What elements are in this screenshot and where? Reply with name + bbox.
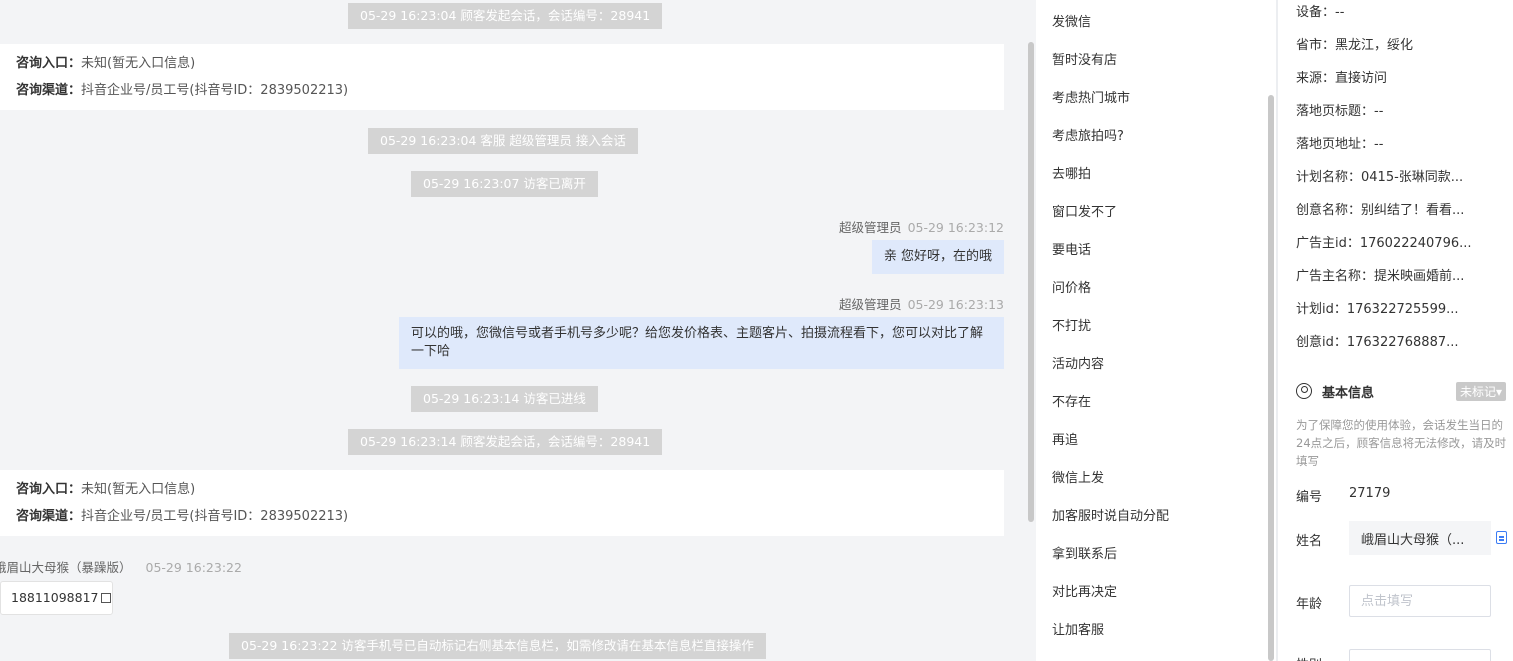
quick-reply-item[interactable]: 问价格: [1036, 270, 1276, 308]
consult-channel-value: 抖音企业号/员工号(抖音号ID：2839502213): [81, 83, 349, 98]
quick-reply-item[interactable]: 微信上发: [1036, 460, 1276, 498]
copy-document-icon[interactable]: [1496, 531, 1507, 544]
consult-entry-label: 咨询入口：: [16, 56, 82, 71]
message-time: 05-29 16:23:22: [145, 560, 242, 575]
age-label: 年龄: [1296, 597, 1323, 612]
gender-select[interactable]: [1349, 649, 1491, 661]
quick-reply-item[interactable]: 去哪拍: [1036, 156, 1276, 194]
landing-title-field: 落地页标题：--: [1296, 104, 1384, 119]
agent-message-bubble[interactable]: 可以的哦，您微信号或者手机号多少呢？给您发价格表、主题客片、拍摄流程看下，您可以…: [399, 317, 1004, 369]
section-title: 基本信息: [1322, 386, 1375, 401]
system-message: 05-29 16:23:22 访客手机号已自动标记右侧基本信息栏，如需修改请在基…: [229, 633, 766, 659]
chat-panel: 05-29 16:23:04 顾客发起会话，会话编号：28941 咨询入口：未知…: [0, 0, 1036, 661]
consult-entry-label: 咨询入口：: [16, 482, 82, 497]
quick-reply-item[interactable]: 让加客服: [1036, 612, 1276, 650]
message-sender: 超级管理员 05-29 16:23:13: [839, 294, 1004, 313]
quick-reply-item[interactable]: 不打扰: [1036, 308, 1276, 346]
quick-reply-item[interactable]: 暂时没有店: [1036, 42, 1276, 80]
customer-info-panel: 设备：-- 省市：黑龙江，绥化 来源：直接访问 落地页标题：-- 落地页地址：-…: [1278, 0, 1513, 661]
quick-reply-item[interactable]: 不存在: [1036, 384, 1276, 422]
quick-reply-item[interactable]: 再追: [1036, 422, 1276, 460]
edit-notice: 为了保障您的使用体验，会话发生当日的24点之后，顾客信息将无法修改，请及时填写: [1296, 418, 1507, 468]
creative-id-field: 创意id：176322768887...: [1296, 335, 1459, 350]
age-input[interactable]: [1349, 585, 1491, 617]
consult-channel-label: 咨询渠道：: [16, 509, 82, 524]
message-sender: 超级管理员 05-29 16:23:12: [839, 217, 1004, 236]
quick-reply-item[interactable]: 窗口发不了: [1036, 194, 1276, 232]
quick-reply-item[interactable]: 对比再决定: [1036, 574, 1276, 612]
consult-entry-value: 未知(暂无入口信息): [81, 56, 196, 71]
quick-reply-scrollbar[interactable]: [1268, 95, 1274, 661]
consult-entry-row: 咨询入口：未知(暂无入口信息): [16, 480, 988, 507]
quick-reply-item[interactable]: 拿到联系后: [1036, 536, 1276, 574]
message-time: 05-29 16:23:13: [907, 297, 1004, 312]
consult-channel-row: 咨询渠道：抖音企业号/员工号(抖音号ID：2839502213): [16, 507, 988, 534]
sender-name: 超级管理员: [839, 297, 902, 312]
consult-info-card: 咨询入口：未知(暂无入口信息) 咨询渠道：抖音企业号/员工号(抖音号ID：283…: [0, 470, 1004, 536]
name-label: 姓名: [1296, 534, 1323, 549]
chat-scrollbar[interactable]: [1028, 42, 1034, 522]
system-message: 05-29 16:23:04 顾客发起会话，会话编号：28941: [348, 3, 663, 29]
consult-channel-value: 抖音企业号/员工号(抖音号ID：2839502213): [81, 509, 349, 524]
system-message: 05-29 16:23:14 访客已进线: [411, 386, 598, 412]
quick-reply-item[interactable]: 考虑热门城市: [1036, 80, 1276, 118]
name-field[interactable]: 峨眉山大母猴（...: [1349, 521, 1491, 555]
quick-reply-item[interactable]: 考虑旅拍吗?: [1036, 118, 1276, 156]
consult-channel-label: 咨询渠道：: [16, 83, 82, 98]
creative-name-field: 创意名称：别纠结了！看看...: [1296, 203, 1465, 218]
consult-info-card: 咨询入口：未知(暂无入口信息) 咨询渠道：抖音企业号/员工号(抖音号ID：283…: [0, 44, 1004, 110]
message-time: 05-29 16:23:12: [907, 220, 1004, 235]
landing-url-field: 落地页地址：--: [1296, 137, 1384, 152]
mark-status-dropdown[interactable]: 未标记▾: [1455, 382, 1506, 401]
visitor-phone-message[interactable]: 18811098817: [0, 581, 113, 615]
quick-reply-list: 发微信 暂时没有店 考虑热门城市 考虑旅拍吗? 去哪拍 窗口发不了 要电话 问价…: [1036, 0, 1276, 650]
visitor-name: 峨眉山大母猴（暴躁版）: [0, 560, 132, 575]
number-label: 编号: [1296, 490, 1323, 505]
copy-icon[interactable]: [101, 593, 112, 603]
number-value: 27179: [1349, 486, 1391, 501]
agent-message-bubble[interactable]: 亲 您好呀，在的哦: [871, 240, 1004, 274]
plan-id-field: 计划id：176322725599...: [1296, 302, 1459, 317]
phone-number: 18811098817: [11, 590, 99, 605]
quick-reply-item[interactable]: 加客服时说自动分配: [1036, 498, 1276, 536]
device-field: 设备：--: [1296, 5, 1345, 20]
consult-entry-row: 咨询入口：未知(暂无入口信息): [16, 54, 988, 81]
consult-channel-row: 咨询渠道：抖音企业号/员工号(抖音号ID：2839502213): [16, 81, 988, 108]
quick-reply-panel: 发微信 暂时没有店 考虑热门城市 考虑旅拍吗? 去哪拍 窗口发不了 要电话 问价…: [1036, 0, 1276, 661]
gender-label: 性别: [1296, 654, 1322, 661]
advertiser-name-field: 广告主名称：提米映画婚前...: [1296, 269, 1465, 284]
sender-name: 超级管理员: [839, 220, 902, 235]
quick-reply-item[interactable]: 活动内容: [1036, 346, 1276, 384]
visitor-sender: 峨眉山大母猴（暴躁版） 05-29 16:23:22: [0, 557, 242, 576]
system-message: 05-29 16:23:07 访客已离开: [411, 171, 598, 197]
source-field: 来源：直接访问: [1296, 71, 1388, 86]
quick-reply-item[interactable]: 要电话: [1036, 232, 1276, 270]
quick-reply-item[interactable]: 发微信: [1036, 4, 1276, 42]
consult-entry-value: 未知(暂无入口信息): [81, 482, 196, 497]
system-message: 05-29 16:23:04 客服 超级管理员 接入会话: [368, 128, 638, 154]
system-message: 05-29 16:23:14 顾客发起会话，会话编号：28941: [348, 429, 663, 455]
basic-info-header: 基本信息 未标记▾: [1296, 382, 1508, 402]
plan-name-field: 计划名称：0415-张琳同款...: [1296, 170, 1464, 185]
advertiser-id-field: 广告主id：176022240796...: [1296, 236, 1472, 251]
user-circle-icon: [1296, 383, 1312, 399]
province-field: 省市：黑龙江，绥化: [1296, 38, 1414, 53]
